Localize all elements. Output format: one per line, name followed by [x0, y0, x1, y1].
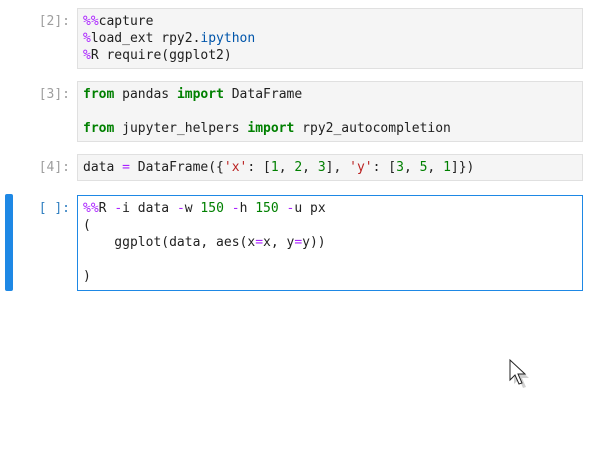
- code-token: : [: [247, 160, 271, 175]
- code-token: 3: [396, 160, 404, 175]
- code-token: u px: [294, 201, 326, 216]
- code-token: y)): [302, 235, 326, 250]
- code-token: ): [83, 269, 91, 284]
- code-editor[interactable]: %%capture %load_ext rpy2.ipython %R requir…: [77, 8, 583, 69]
- code-line: ggplot(data, aes(x=x, y=y)): [83, 234, 577, 251]
- code-token: from: [83, 87, 115, 102]
- code-token: ipython: [200, 31, 256, 46]
- cell-prompt: [3]:: [38, 87, 70, 102]
- code-token: import: [247, 121, 295, 136]
- code-token: : [: [372, 160, 397, 175]
- code-token: -: [231, 201, 240, 216]
- code-token: -: [114, 201, 123, 216]
- code-line: data = DataFrame({'x': [1, 2, 3], 'y': […: [83, 159, 577, 176]
- cell-collapser[interactable]: [5, 194, 13, 291]
- code-token: rpy2_autocompletion: [294, 121, 451, 136]
- code-line: (: [83, 217, 577, 234]
- code-token: 150: [200, 201, 224, 216]
- code-line: %%R -i data -w 150 -h 150 -u px: [83, 200, 577, 217]
- cell-prompt: [4]:: [38, 160, 70, 175]
- code-editor[interactable]: %%R -i data -w 150 -h 150 -u px( ggplot(…: [77, 195, 583, 291]
- code-token: DataFrame: [223, 87, 303, 102]
- code-token: ]}): [450, 160, 475, 175]
- code-token: ,: [302, 160, 318, 175]
- code-token: 2: [294, 160, 303, 175]
- code-editor[interactable]: data = DataFrame({'x': [1, 2, 3], 'y': […: [77, 154, 583, 181]
- code-token: jupyter_helpers: [114, 121, 248, 136]
- code-token: 1: [443, 160, 451, 175]
- code-token: w: [184, 201, 201, 216]
- code-token: x, y: [263, 235, 295, 250]
- code-token: h: [239, 201, 256, 216]
- code-line: %%capture: [83, 13, 577, 30]
- code-line: from pandas import DataFrame: [83, 86, 577, 103]
- code-token: R: [98, 201, 115, 216]
- code-token: ,: [427, 160, 444, 175]
- code-token: load_ext rpy2.: [90, 31, 201, 46]
- code-token: %: [83, 48, 91, 63]
- code-token: -: [176, 201, 185, 216]
- cell-prompt: [2]:: [38, 14, 70, 29]
- code-token: 1: [270, 160, 279, 175]
- code-token: ,: [278, 160, 295, 175]
- code-line: from jupyter_helpers import rpy2_autocom…: [83, 120, 577, 137]
- code-token: ,: [403, 160, 420, 175]
- code-token: DataFrame({: [129, 160, 224, 175]
- code-token: 'y': [349, 160, 373, 175]
- code-token: pandas: [114, 87, 177, 102]
- code-token: import: [176, 87, 224, 102]
- code-token: %%: [83, 14, 99, 29]
- code-editor[interactable]: from pandas import DataFrame from jupyter…: [77, 81, 583, 142]
- cell-prompt: [ ]:: [38, 201, 70, 216]
- code-token: ggplot(data, aes(x: [83, 235, 256, 250]
- code-token: =: [294, 235, 303, 250]
- code-token: capture: [98, 14, 154, 29]
- code-token: ],: [325, 160, 350, 175]
- code-token: (: [83, 218, 91, 233]
- code-token: 'x': [223, 160, 248, 175]
- code-token: 3: [317, 160, 326, 175]
- code-token: 150: [255, 201, 279, 216]
- code-line: %load_ext rpy2.ipython: [83, 30, 577, 47]
- code-token: %%: [83, 201, 99, 216]
- code-token: =: [255, 235, 264, 250]
- code-token: i data: [122, 201, 177, 216]
- code-token: R require(ggplot2): [90, 48, 232, 63]
- code-line: %R require(ggplot2): [83, 47, 577, 64]
- code-token: =: [122, 160, 130, 175]
- code-token: data: [83, 160, 123, 175]
- mouse-pointer-icon: [509, 358, 529, 388]
- code-token: %: [83, 31, 91, 46]
- code-token: from: [83, 121, 115, 136]
- code-line: ): [83, 268, 577, 285]
